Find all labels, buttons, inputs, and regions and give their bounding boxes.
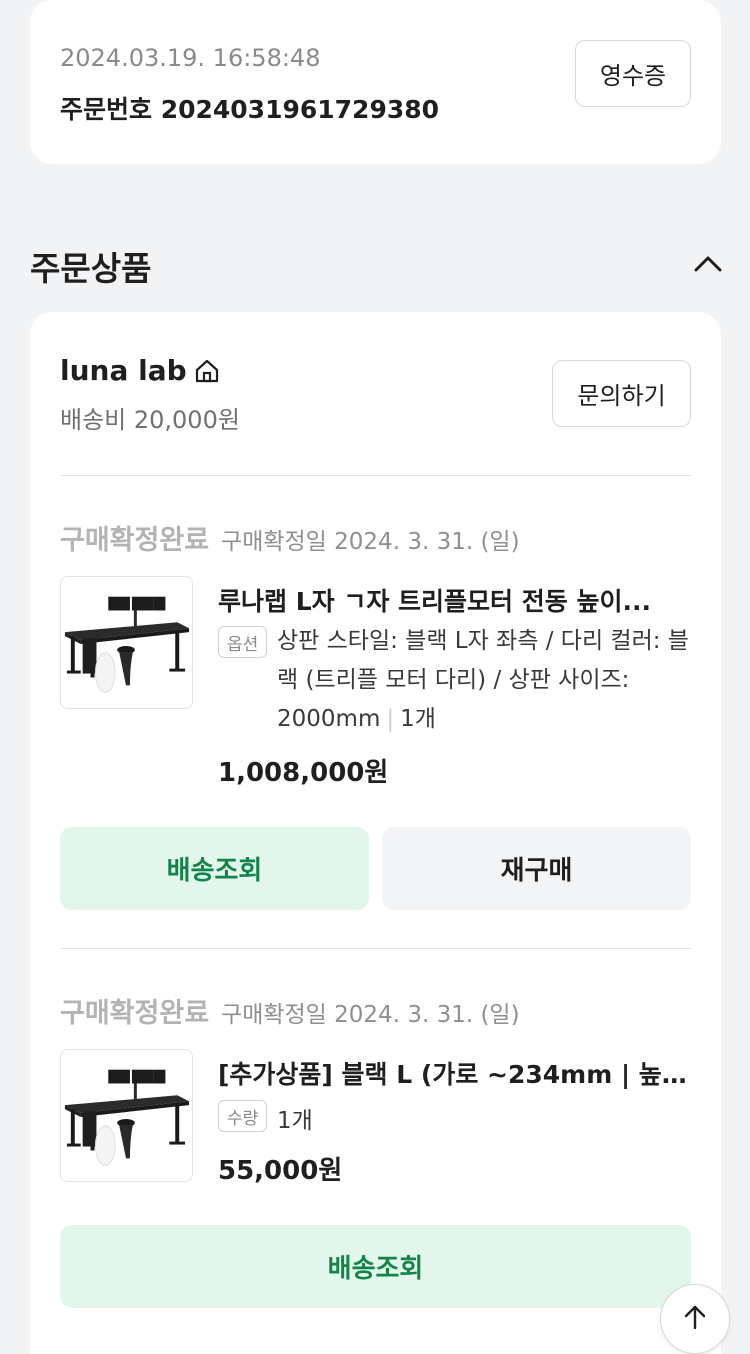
purchase-status: 구매확정완료 [60, 998, 210, 1029]
order-number: 주문번호 2024031961729380 [60, 95, 440, 124]
item-status-row: 구매확정완료 구매확정일 2024. 3. 31. (일) [60, 991, 520, 1030]
arrow-up-icon [680, 1302, 710, 1336]
product-title[interactable]: 루나랩 L자 ㄱ자 트리플모터 전동 높이... [218, 582, 688, 618]
item-status-row: 구매확정완료 구매확정일 2024. 3. 31. (일) [60, 518, 520, 557]
option-text: 상판 스타일: 블랙 L자 좌측 / 다리 컬러: 블랙 (트리플 모터 다리)… [277, 628, 689, 732]
order-datetime: 2024.03.19. 16:58:48 [60, 44, 321, 72]
quantity: 1개 [400, 706, 436, 732]
order-info-card: 2024.03.19. 16:58:48 주문번호 20240319617293… [30, 0, 721, 164]
product-price: 55,000원 [218, 1156, 343, 1186]
store-home-icon[interactable] [193, 357, 221, 385]
track-delivery-button[interactable]: 배송조회 [60, 827, 369, 910]
inquiry-button[interactable]: 문의하기 [552, 360, 691, 427]
rebuy-button[interactable]: 재구매 [382, 827, 691, 910]
seller-name[interactable]: luna lab [60, 354, 187, 387]
track-delivery-button[interactable]: 배송조회 [60, 1225, 691, 1308]
quantity: 1개 [277, 1108, 313, 1134]
chevron-up-icon[interactable] [692, 250, 724, 278]
shipping-fee: 배송비 20,000원 [60, 406, 240, 434]
confirm-date: 구매확정일 2024. 3. 31. (일) [221, 1002, 520, 1028]
section-title: 주문상품 [30, 249, 152, 288]
confirm-date: 구매확정일 2024. 3. 31. (일) [221, 529, 520, 555]
receipt-button[interactable]: 영수증 [575, 40, 691, 107]
scroll-to-top-button[interactable] [660, 1284, 730, 1354]
quantity-tag: 수량 [218, 1100, 268, 1132]
product-price: 1,008,000원 [218, 758, 389, 788]
product-option: 상판 스타일: 블랙 L자 좌측 / 다리 컬러: 블랙 (트리플 모터 다리)… [277, 622, 697, 739]
order-products-card: luna lab 배송비 20,000원 문의하기 구매확정완료 구매확정일 2… [30, 312, 721, 1354]
seller-header[interactable]: luna lab [60, 354, 221, 387]
option-tag: 옵션 [218, 626, 268, 658]
product-thumbnail[interactable] [60, 576, 193, 709]
purchase-status: 구매확정완료 [60, 525, 210, 556]
product-thumbnail[interactable] [60, 1049, 193, 1182]
separator: | [386, 706, 395, 732]
divider [60, 948, 691, 949]
product-title[interactable]: [추가상품] 블랙 L (가로 ~234mm | 높... [218, 1055, 688, 1091]
divider [60, 475, 691, 476]
